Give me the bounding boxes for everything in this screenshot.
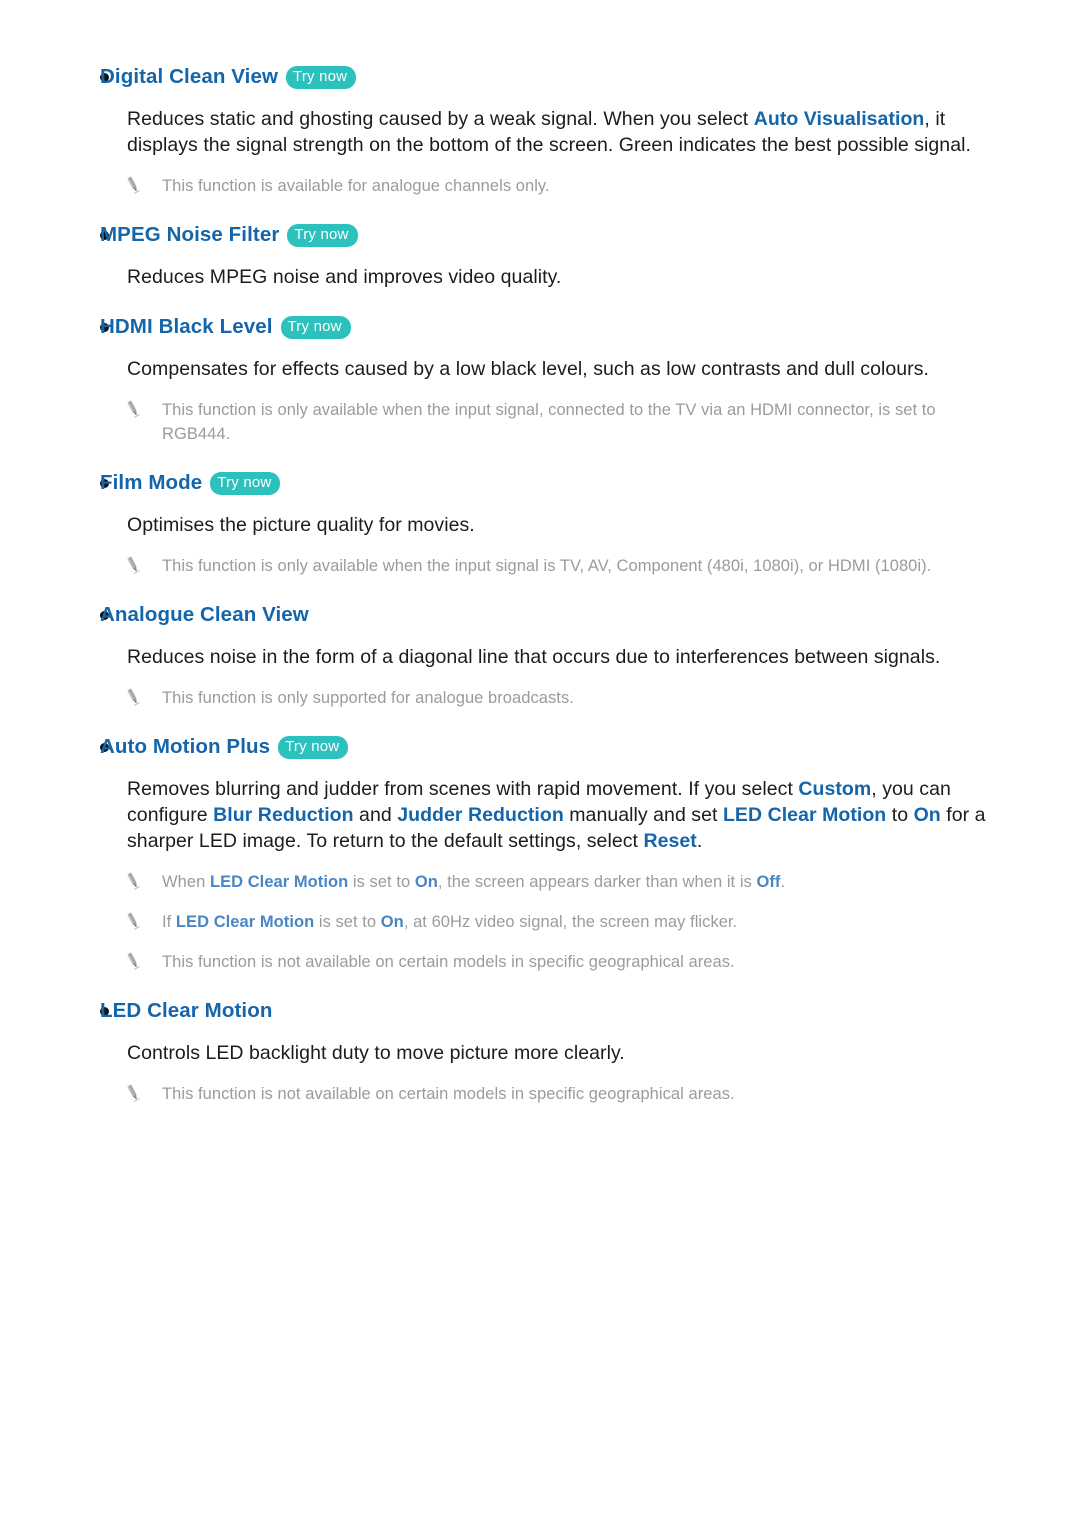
note-line: When LED Clear Motion is set to On, the … <box>55 870 1025 894</box>
note-text: This function is only supported for anal… <box>162 689 574 707</box>
heading-analogue-clean-view: Analogue Clean View <box>55 600 1025 630</box>
inline-keyword: On <box>414 873 438 891</box>
section-led-clear-motion: LED Clear Motion Controls LED backlight d… <box>55 996 1025 1106</box>
note-line: This function is not available on certai… <box>55 950 1025 974</box>
pencil-icon <box>123 687 143 707</box>
section-analogue-clean-view: Analogue Clean View Reduces noise in the … <box>55 600 1025 710</box>
inline-keyword: Auto Visualisation <box>753 108 925 130</box>
inline-keyword: On <box>380 913 404 931</box>
note-line: This function is not available on certai… <box>55 1082 1025 1106</box>
note-text: This function is not available on certai… <box>162 953 735 971</box>
section-title[interactable]: HDMI Black Level <box>100 315 273 339</box>
sections-container: Digital Clean View Try now Reduces static … <box>55 62 1025 1106</box>
note-line: This function is only supported for anal… <box>55 686 1025 710</box>
try-now-badge[interactable]: Try now <box>287 223 358 247</box>
section-description: Compensates for effects caused by a low … <box>127 358 929 380</box>
section-description: Optimises the picture quality for movies… <box>127 514 475 536</box>
note-text: This function is not available on certai… <box>162 1085 735 1103</box>
heading-auto-motion-plus: Auto Motion Plus Try now <box>55 732 1025 762</box>
inline-keyword: Blur Reduction <box>213 804 354 826</box>
section-hdmi-black-level: HDMI Black Level Try now Compensates for e… <box>55 312 1025 446</box>
pencil-icon <box>123 1083 143 1103</box>
heading-hdmi-black-level: HDMI Black Level Try now <box>55 312 1025 342</box>
pencil-icon <box>123 399 143 419</box>
inline-keyword: Reset <box>643 830 697 852</box>
pencil-icon <box>123 871 143 891</box>
section-title[interactable]: LED Clear Motion <box>100 999 272 1023</box>
try-now-badge[interactable]: Try now <box>278 735 349 759</box>
pencil-icon <box>123 175 143 195</box>
try-now-badge[interactable]: Try now <box>286 65 357 89</box>
manual-page: Digital Clean View Try now Reduces static … <box>0 0 1080 1527</box>
heading-inner: Digital Clean View Try now <box>100 65 357 89</box>
inline-keyword: LED Clear Motion <box>209 873 349 891</box>
inline-keyword: LED Clear Motion <box>175 913 315 931</box>
heading-inner: MPEG Noise Filter Try now <box>100 223 358 247</box>
note-line: If LED Clear Motion is set to On, at 60H… <box>55 910 1025 934</box>
note-text: If LED Clear Motion is set to On, at 60H… <box>162 913 738 931</box>
note-line: This function is only available when the… <box>55 554 1025 578</box>
heading-inner: HDMI Black Level Try now <box>100 315 351 339</box>
heading-inner: LED Clear Motion <box>100 999 272 1023</box>
section-description: Controls LED backlight duty to move pict… <box>127 1042 625 1064</box>
pencil-icon <box>123 951 143 971</box>
try-now-badge[interactable]: Try now <box>280 315 351 339</box>
pencil-icon <box>123 911 143 931</box>
section-description: Reduces MPEG noise and improves video qu… <box>127 266 562 288</box>
section-mpeg-noise-filter: MPEG Noise Filter Try now Reduces MPEG noi… <box>55 220 1025 290</box>
heading-led-clear-motion: LED Clear Motion <box>55 996 1025 1026</box>
heading-mpeg-noise-filter: MPEG Noise Filter Try now <box>55 220 1025 250</box>
section-auto-motion-plus: Auto Motion Plus Try now Removes blurring … <box>55 732 1025 974</box>
pencil-icon <box>123 555 143 575</box>
heading-digital-clean-view: Digital Clean View Try now <box>55 62 1025 92</box>
section-description: Reduces static and ghosting caused by a … <box>127 108 971 156</box>
section-title[interactable]: MPEG Noise Filter <box>100 223 279 247</box>
note-text: This function is only available when the… <box>162 557 932 575</box>
section-title[interactable]: Analogue Clean View <box>100 603 309 627</box>
section-title[interactable]: Film Mode <box>100 471 202 495</box>
section-digital-clean-view: Digital Clean View Try now Reduces static … <box>55 62 1025 198</box>
section-title[interactable]: Digital Clean View <box>100 65 278 89</box>
section-description: Removes blurring and judder from scenes … <box>127 778 986 852</box>
inline-keyword: LED Clear Motion <box>722 804 887 826</box>
heading-inner: Analogue Clean View <box>100 603 309 627</box>
inline-keyword: On <box>913 804 941 826</box>
try-now-badge[interactable]: Try now <box>210 471 281 495</box>
inline-keyword: Custom <box>798 778 872 800</box>
section-title[interactable]: Auto Motion Plus <box>100 735 270 759</box>
heading-inner: Auto Motion Plus Try now <box>100 735 349 759</box>
inline-keyword: Off <box>756 873 781 891</box>
note-text: This function is available for analogue … <box>162 177 550 195</box>
note-line: This function is available for analogue … <box>55 174 1025 198</box>
note-line: This function is only available when the… <box>55 398 1025 446</box>
heading-inner: Film Mode Try now <box>100 471 281 495</box>
section-description: Reduces noise in the form of a diagonal … <box>127 646 941 668</box>
section-film-mode: Film Mode Try now Optimises the picture qu… <box>55 468 1025 578</box>
note-text: When LED Clear Motion is set to On, the … <box>162 873 786 891</box>
note-text: This function is only available when the… <box>162 401 936 443</box>
heading-film-mode: Film Mode Try now <box>55 468 1025 498</box>
inline-keyword: Judder Reduction <box>397 804 564 826</box>
